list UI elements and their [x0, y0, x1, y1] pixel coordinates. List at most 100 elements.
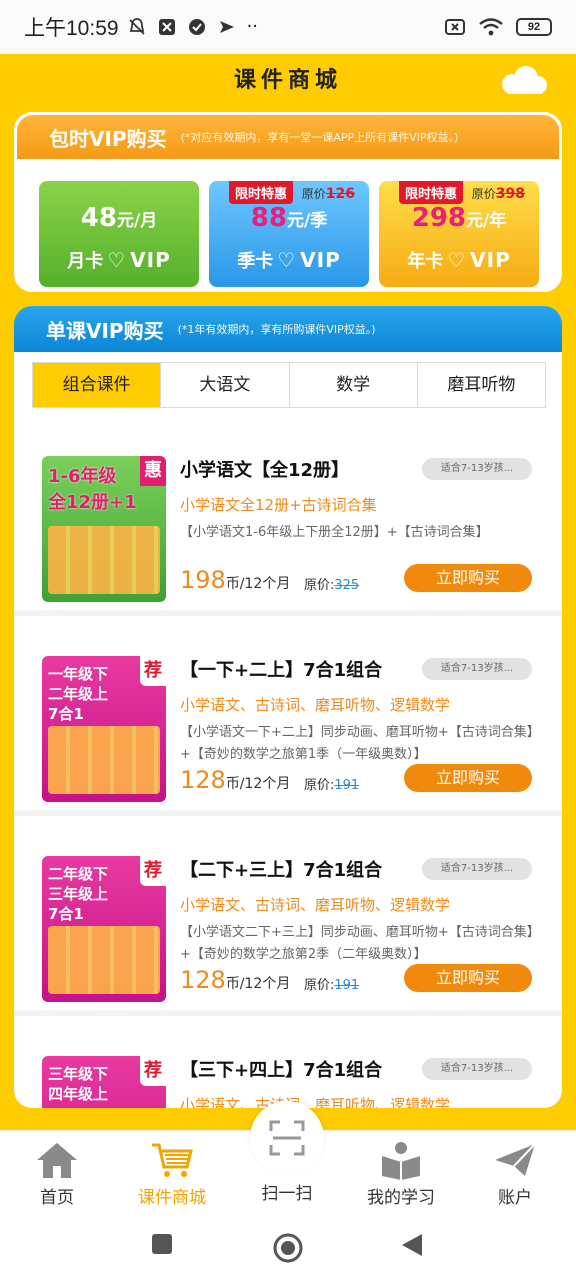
vip-card-label: 季卡 ♡ VIP — [209, 247, 369, 273]
list-item[interactable]: 三年级下 四年级上 荐 【三下+四上】7合1组合 适合7-13岁孩... 小学语… — [14, 1016, 562, 1108]
nav-account[interactable]: 账户 — [460, 1137, 570, 1208]
price-unit: 币/12个月 — [225, 776, 291, 792]
price-unit: 币/12个月 — [225, 976, 291, 992]
vip-card-price: 88元/季 — [209, 203, 369, 233]
tab-math[interactable]: 数学 — [290, 363, 418, 407]
original-price: 原价:191 — [304, 774, 359, 793]
product-price: 128币/12个月 — [180, 766, 290, 794]
home-button-icon[interactable] — [272, 1232, 304, 1264]
system-nav — [0, 1216, 576, 1280]
product-title: 【二下+三上】7合1组合 — [180, 860, 383, 881]
product-title: 小学语文【全12册】 — [180, 460, 350, 481]
product-subtitle: 小学语文、古诗词、磨耳听物、逻辑数学 — [180, 896, 451, 914]
scan-icon — [269, 1120, 305, 1156]
tab-chinese[interactable]: 大语文 — [161, 363, 290, 407]
vip-card-type: 季卡 — [237, 251, 274, 272]
orig-value: 325 — [334, 578, 360, 593]
limited-offer-badge: 限时特惠 — [229, 181, 294, 204]
price-value: 198 — [180, 566, 226, 594]
thumb-corner-badge: 荐 — [140, 1056, 166, 1086]
orig-value: 191 — [334, 978, 360, 993]
battery-icon: 92 — [516, 18, 552, 36]
vip-card-label: 年卡 ♡ VIP — [379, 247, 539, 273]
vip-card-amount: 48 — [80, 203, 117, 233]
vip-card-quarterly[interactable]: 限时特惠 原价126 88元/季 季卡 ♡ VIP — [209, 181, 369, 287]
product-thumbnail: 一年级下 二年级上 7合1 荐 — [42, 656, 166, 802]
product-list: 1-6年级 全12册+1 惠 小学语文【全12册】 适合7-13岁孩... 小学… — [14, 416, 562, 1108]
back-icon[interactable] — [400, 1232, 424, 1258]
vip-text: VIP — [300, 248, 341, 272]
send-icon — [219, 21, 234, 33]
product-title: 【三下+四上】7合1组合 — [180, 1060, 383, 1081]
product-desc: 【小学语文1-6年级上下册全12册】+【古诗词合集】 — [180, 525, 489, 540]
age-badge: 适合7-13岁孩... — [422, 1058, 532, 1080]
buy-now-button[interactable]: 立即购买 — [404, 964, 532, 992]
orig-label: 原价 — [471, 187, 496, 201]
age-badge: 适合7-13岁孩... — [422, 858, 532, 880]
scan-button[interactable] — [250, 1101, 324, 1175]
vip-card-amount: 298 — [411, 203, 467, 233]
vip-card-price: 48元/月 — [39, 203, 199, 233]
books-illustration — [48, 726, 160, 794]
cloud-icon[interactable] — [498, 64, 550, 98]
app-content: 课件商城 包时VIP购买 (*对应有效期内，享有一堂一课APP上所有课件VIP权… — [0, 54, 576, 1130]
nav-my-study[interactable]: 我的学习 — [346, 1137, 456, 1208]
thumb-text: 1-6年级 全12册+1 — [48, 466, 137, 513]
cart-icon — [152, 1143, 193, 1177]
orig-label: 原价: — [304, 978, 335, 993]
recent-apps-icon[interactable] — [150, 1232, 174, 1256]
orig-label: 原价 — [301, 187, 326, 201]
time-vip-title: 包时VIP购买 — [49, 126, 167, 151]
vip-logo-icon: ♡ — [277, 248, 297, 272]
books-illustration — [48, 926, 160, 994]
vip-text: VIP — [130, 248, 171, 272]
vip-card-type: 年卡 — [407, 251, 444, 272]
orig-label: 原价: — [304, 578, 335, 593]
vip-card-label: 月卡 ♡ VIP — [39, 247, 199, 273]
product-thumbnail: 二年级下 三年级上 7合1 荐 — [42, 856, 166, 1002]
orig-label: 原价: — [304, 778, 335, 793]
buy-now-button[interactable]: 立即购买 — [404, 764, 532, 792]
nav-account-label: 账户 — [498, 1188, 532, 1208]
status-icons: ·· — [127, 17, 267, 37]
course-vip-header: 单课VIP购买 (*1年有效期内，享有所购课件VIP权益。) — [14, 306, 562, 352]
battery-level: 92 — [527, 21, 541, 33]
nav-scan-label: 扫一扫 — [261, 1184, 313, 1204]
vip-card-unit: 元/季 — [286, 211, 328, 231]
product-title: 【一下+二上】7合1组合 — [180, 660, 383, 681]
buy-now-button[interactable]: 立即购买 — [404, 564, 532, 592]
tab-listening[interactable]: 磨耳听物 — [418, 363, 545, 407]
tab-combo[interactable]: 组合课件 — [33, 363, 162, 407]
nav-scan[interactable]: 扫一扫 — [232, 1179, 342, 1204]
vip-card-yearly[interactable]: 限时特惠 原价398 298元/年 年卡 ♡ VIP — [379, 181, 539, 287]
price-value: 128 — [180, 766, 226, 794]
nav-home[interactable]: 首页 — [2, 1137, 112, 1208]
time-vip-panel: 包时VIP购买 (*对应有效期内，享有一堂一课APP上所有课件VIP权益。) 4… — [14, 112, 562, 292]
thumb-corner-badge: 惠 — [140, 456, 166, 486]
list-item[interactable]: 一年级下 二年级上 7合1 荐 【一下+二上】7合1组合 适合7-13岁孩...… — [14, 616, 562, 816]
thumb-text: 一年级下 二年级上 7合1 — [48, 665, 109, 723]
vip-card-original: 原价398 — [472, 185, 525, 202]
vip-card-monthly[interactable]: 48元/月 月卡 ♡ VIP — [39, 181, 199, 287]
list-item[interactable]: 1-6年级 全12册+1 惠 小学语文【全12册】 适合7-13岁孩... 小学… — [14, 416, 562, 616]
nav-store[interactable]: 课件商城 — [117, 1137, 227, 1208]
thumb-text: 二年级下 三年级上 7合1 — [48, 865, 109, 923]
paper-plane-icon — [495, 1143, 536, 1176]
time-vip-header: 包时VIP购买 (*对应有效期内，享有一堂一课APP上所有课件VIP权益。) — [17, 115, 559, 159]
vip-card-original: 原价126 — [302, 185, 355, 202]
mute-bell-icon — [128, 18, 145, 35]
list-item[interactable]: 二年级下 三年级上 7合1 荐 【二下+三上】7合1组合 适合7-13岁孩...… — [14, 816, 562, 1016]
wifi-icon — [479, 18, 503, 36]
nav-home-label: 首页 — [40, 1188, 74, 1208]
status-time: 上午10:59 — [24, 17, 119, 40]
product-subtitle: 小学语文全12册+古诗词合集 — [180, 496, 377, 514]
product-subtitle: 小学语文、古诗词、磨耳听物、逻辑数学 — [180, 1096, 451, 1108]
study-icon — [382, 1142, 420, 1180]
vip-card-price: 298元/年 — [379, 203, 539, 233]
course-vip-panel: 单课VIP购买 (*1年有效期内，享有所购课件VIP权益。) 组合课件 大语文 … — [14, 306, 562, 1108]
page-title: 课件商城 — [233, 68, 342, 93]
product-desc: 【小学语文二下+三上】同步动画、磨耳听物+【古诗词合集】+【奇妙的数学之旅第2季… — [180, 925, 540, 962]
thumb-corner-badge: 荐 — [140, 656, 166, 686]
course-vip-title: 单课VIP购买 — [46, 318, 164, 343]
product-price: 128币/12个月 — [180, 966, 290, 994]
